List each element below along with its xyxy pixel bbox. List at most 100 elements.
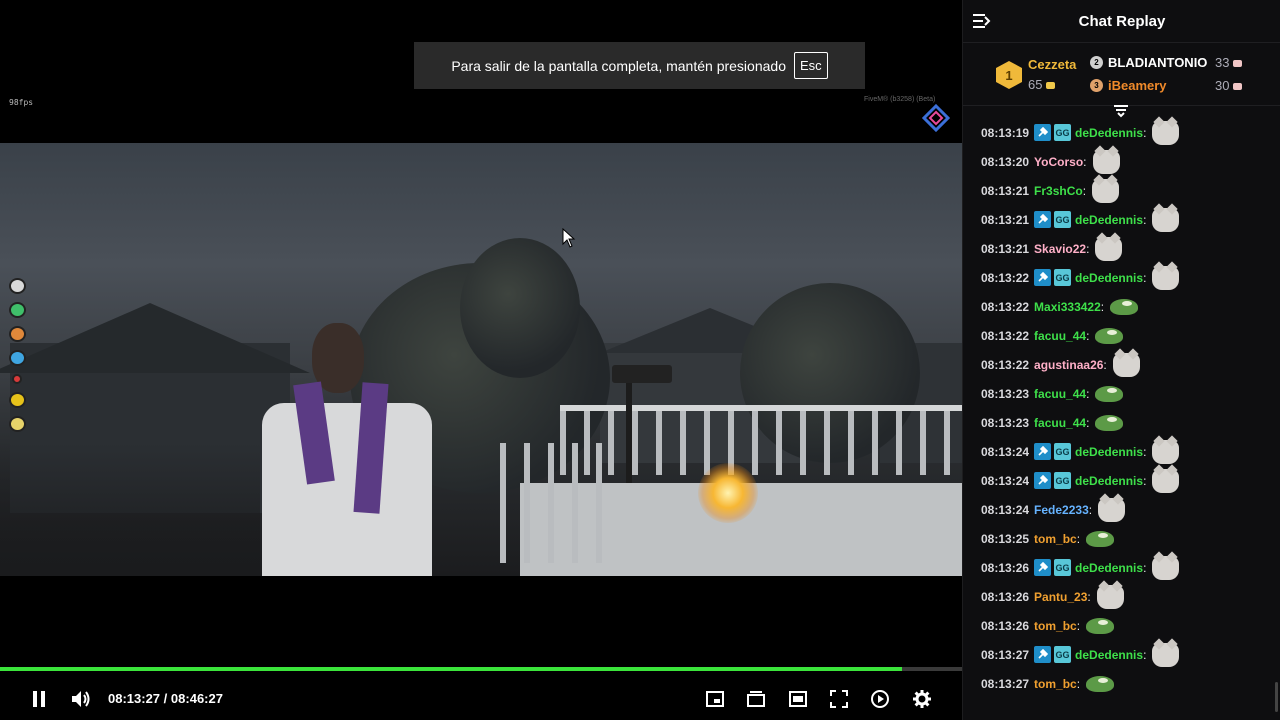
chat-filter-icon[interactable] — [1113, 104, 1129, 118]
message-username[interactable]: facuu_44 — [1034, 329, 1086, 343]
settings-button[interactable] — [911, 688, 933, 710]
time-separator: / — [163, 691, 168, 706]
seek-bar-progress — [0, 667, 903, 671]
message-username[interactable]: facuu_44 — [1034, 387, 1086, 401]
message-timestamp: 08:13:26 — [981, 560, 1030, 575]
chat-message: 08:13:22 Maxi333422: — [981, 292, 1277, 321]
frog-emote-icon — [1086, 675, 1115, 692]
chat-title: Chat Replay — [1078, 12, 1166, 30]
message-username[interactable]: deDedennis — [1075, 474, 1143, 488]
message-username[interactable]: agustinaa26 — [1034, 358, 1103, 372]
miniplayer-button[interactable] — [704, 688, 726, 710]
message-username[interactable]: deDedennis — [1075, 126, 1143, 140]
status-hud — [9, 278, 26, 432]
chat-message: 08:13:27 tom_bc: — [981, 669, 1277, 698]
message-username[interactable]: deDedennis — [1075, 213, 1143, 227]
chat-scrollbar[interactable] — [1275, 682, 1278, 712]
fullscreen-button[interactable] — [828, 688, 850, 710]
fullscreen-icon — [830, 690, 848, 708]
chat-message: 08:13:26 tom_bc: — [981, 611, 1277, 640]
window-mode-button[interactable] — [787, 688, 809, 710]
message-colon: : — [1086, 386, 1090, 401]
points-icon — [1233, 83, 1243, 91]
cat-emote-icon — [1152, 642, 1180, 667]
message-username[interactable]: tom_bc — [1034, 532, 1077, 546]
message-timestamp: 08:13:24 — [981, 502, 1030, 517]
message-username[interactable]: tom_bc — [1034, 677, 1077, 691]
video-player[interactable]: 98fps FiveM® (b3258) (Beta) Para salir d… — [0, 0, 962, 720]
cat-emote-icon — [1152, 207, 1180, 232]
chat-message: 08:13:23 facuu_44: — [981, 379, 1277, 408]
chat-message: 08:13:22 agustinaa26: — [981, 350, 1277, 379]
armor-icon — [9, 416, 26, 432]
chat-message: 08:13:22 GG deDedennis: — [981, 263, 1277, 292]
message-username[interactable]: Fede2233 — [1034, 503, 1089, 517]
moderator-badge-icon — [1034, 472, 1052, 489]
message-timestamp: 08:13:21 — [981, 183, 1030, 198]
message-timestamp: 08:13:24 — [981, 473, 1030, 488]
frog-emote-icon — [1086, 617, 1115, 634]
third-place-name: iBeamery — [1108, 78, 1167, 93]
stamina-icon — [9, 392, 26, 408]
message-username[interactable]: tom_bc — [1034, 619, 1077, 633]
chat-message-list[interactable]: 08:13:19 GG deDedennis:08:13:20 YoCorso:08:… — [981, 118, 1277, 698]
message-username[interactable]: Skavio22 — [1034, 242, 1086, 256]
miniplayer-icon — [706, 691, 724, 707]
message-username[interactable]: Maxi333422 — [1034, 300, 1101, 314]
theater-icon — [747, 691, 765, 707]
third-place-row[interactable]: 3 iBeamery — [1090, 78, 1167, 93]
fullscreen-notice-text: Para salir de la pantalla completa, mant… — [451, 57, 786, 74]
window-icon — [789, 691, 807, 707]
stress-icon — [12, 374, 22, 384]
message-username[interactable]: facuu_44 — [1034, 416, 1086, 430]
first-place-name[interactable]: Cezzeta — [1028, 57, 1076, 72]
volume-button[interactable] — [70, 688, 92, 710]
chat-message: 08:13:22 facuu_44: — [981, 321, 1277, 350]
message-colon: : — [1083, 154, 1087, 169]
message-username[interactable]: YoCorso — [1034, 155, 1083, 169]
subscriber-badge-icon: GG — [1054, 443, 1072, 460]
voice-icon — [9, 278, 26, 294]
third-place-rank: 3 — [1090, 79, 1103, 92]
duration: 08:46:27 — [170, 691, 223, 706]
message-username[interactable]: Fr3shCo — [1034, 184, 1083, 198]
second-place-points-value: 33 — [1215, 55, 1230, 70]
cat-emote-icon — [1152, 120, 1180, 145]
message-username[interactable]: deDedennis — [1075, 271, 1143, 285]
second-place-row[interactable]: 2 BLADIANTONIO — [1090, 55, 1207, 70]
second-place-points: 33 — [1215, 55, 1243, 70]
chat-message: 08:13:19 GG deDedennis: — [981, 118, 1277, 147]
message-colon: : — [1076, 676, 1081, 691]
message-colon: : — [1143, 560, 1147, 575]
seek-bar[interactable] — [0, 667, 962, 671]
frog-emote-icon — [1095, 414, 1124, 431]
message-colon: : — [1100, 299, 1105, 314]
message-colon: : — [1086, 415, 1090, 430]
pause-button[interactable] — [28, 688, 50, 710]
chat-message: 08:13:23 facuu_44: — [981, 408, 1277, 437]
esc-key-hint: Esc — [793, 52, 828, 79]
fullscreen-exit-notice: Para salir de la pantalla completa, mant… — [414, 42, 865, 89]
chat-message: 08:13:25 tom_bc: — [981, 524, 1277, 553]
frog-emote-icon — [1110, 298, 1139, 315]
message-timestamp: 08:13:23 — [981, 415, 1030, 430]
playback-speed-button[interactable] — [869, 688, 891, 710]
message-username[interactable]: deDedennis — [1075, 648, 1143, 662]
second-place-name: BLADIANTONIO — [1108, 55, 1208, 70]
mouse-cursor-icon — [562, 228, 576, 248]
cat-emote-icon — [1152, 439, 1180, 464]
chat-message: 08:13:21 GG deDedennis: — [981, 205, 1277, 234]
cat-emote-icon — [1112, 352, 1140, 377]
message-timestamp: 08:13:22 — [981, 299, 1030, 314]
message-timestamp: 08:13:22 — [981, 328, 1030, 343]
third-place-points-value: 30 — [1215, 78, 1230, 93]
collapse-chat-icon[interactable] — [972, 12, 992, 30]
moderator-badge-icon — [1034, 269, 1052, 286]
message-username[interactable]: deDedennis — [1075, 445, 1143, 459]
subscriber-badge-icon: GG — [1054, 559, 1072, 576]
message-username[interactable]: Pantu_23 — [1034, 590, 1087, 604]
theater-mode-button[interactable] — [745, 688, 767, 710]
volume-icon — [72, 691, 90, 707]
message-username[interactable]: deDedennis — [1075, 561, 1143, 575]
frog-emote-icon — [1086, 530, 1115, 547]
